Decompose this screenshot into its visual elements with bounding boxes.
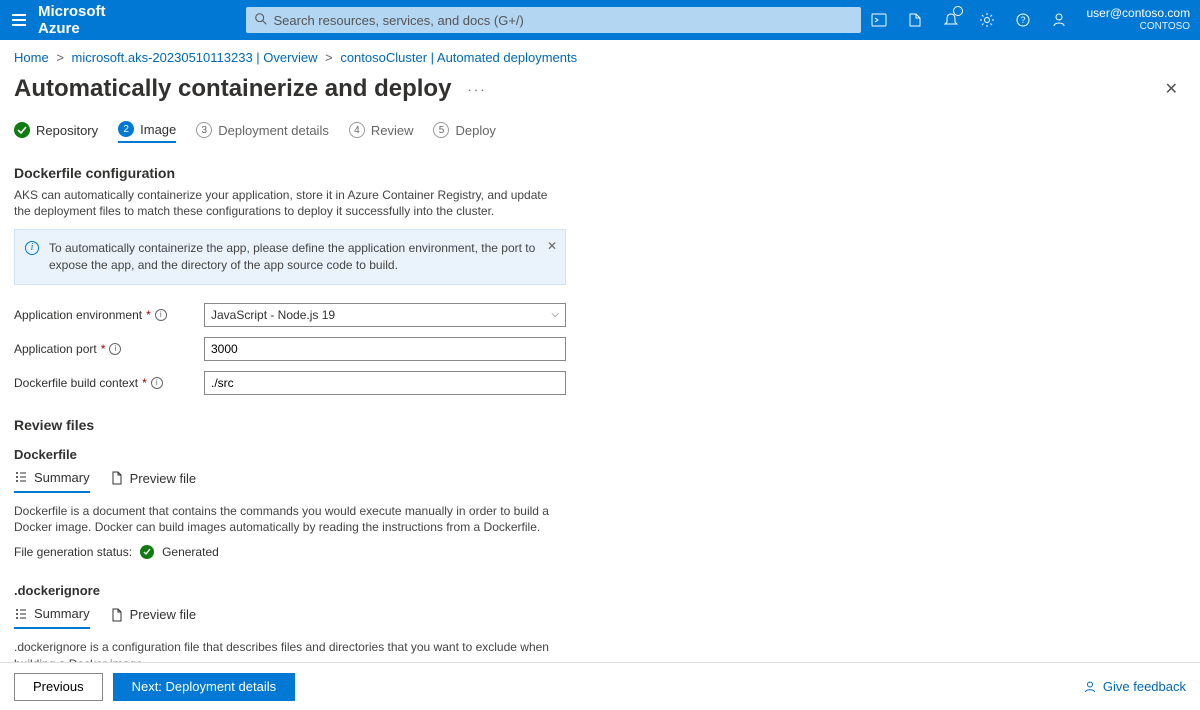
check-icon (14, 122, 30, 138)
step-deploy[interactable]: 5 Deploy (433, 121, 495, 143)
menu-icon[interactable] (12, 10, 26, 30)
list-icon (14, 607, 28, 621)
cloud-shell-icon[interactable] (861, 0, 897, 40)
input-build-context[interactable] (204, 371, 566, 395)
previous-button[interactable]: Previous (14, 673, 103, 701)
help-hint-icon[interactable]: i (151, 377, 163, 389)
step-deployment-details[interactable]: 3 Deployment details (196, 121, 329, 143)
tab-preview-file[interactable]: Preview file (110, 470, 196, 493)
dockerfile-status: File generation status: Generated (14, 545, 566, 559)
next-button[interactable]: Next: Deployment details (113, 673, 296, 701)
wizard-steps: Repository 2 Image 3 Deployment details … (0, 121, 1200, 155)
main-content: Dockerfile configuration AKS can automat… (0, 155, 580, 696)
dockerfile-heading: Dockerfile (14, 447, 566, 462)
crumb-deployment[interactable]: microsoft.aks-20230510113233 | Overview (72, 50, 318, 65)
svg-text:?: ? (1020, 15, 1025, 25)
chevron-down-icon: ⌵ (551, 309, 559, 320)
step-review[interactable]: 4 Review (349, 121, 414, 143)
file-icon (110, 608, 124, 622)
step-repository[interactable]: Repository (14, 121, 98, 143)
close-icon[interactable]: ✕ (1157, 75, 1186, 103)
row-app-env: Application environment * i JavaScript -… (14, 303, 566, 327)
feedback-icon[interactable] (1041, 0, 1077, 40)
crumb-cluster[interactable]: contosoCluster | Automated deployments (340, 50, 577, 65)
label-app-port: Application port * i (14, 342, 204, 356)
review-files: Review files Dockerfile Summary Preview … (14, 417, 566, 696)
label-build-context: Dockerfile build context * i (14, 376, 204, 390)
select-app-env[interactable]: JavaScript - Node.js 19 ⌵ (204, 303, 566, 327)
row-build-context: Dockerfile build context * i (14, 371, 566, 395)
dockerignore-tabs: Summary Preview file (14, 606, 566, 629)
page-header: Automatically containerize and deploy ··… (0, 69, 1200, 121)
step-number: 2 (118, 121, 134, 137)
success-icon (140, 545, 154, 559)
search-icon (254, 12, 268, 26)
page-title: Automatically containerize and deploy (14, 75, 451, 103)
search-input[interactable] (246, 7, 861, 33)
brand-label: Microsoft Azure (38, 3, 106, 37)
top-nav: Microsoft Azure ? user@contoso.com CONTO… (0, 0, 1200, 40)
step-image[interactable]: 2 Image (118, 121, 176, 143)
help-icon[interactable]: ? (1005, 0, 1041, 40)
user-email: user@contoso.com (1087, 6, 1191, 20)
settings-icon[interactable] (969, 0, 1005, 40)
topbar-actions: ? user@contoso.com CONTOSO (861, 0, 1191, 40)
tab-summary[interactable]: Summary (14, 470, 90, 493)
tenant-label: CONTOSO (1087, 20, 1191, 34)
dockerfile-tabs: Summary Preview file (14, 470, 566, 493)
notifications-icon[interactable] (933, 0, 969, 40)
dockerfile-desc: Dockerfile is a document that contains t… (14, 503, 566, 535)
row-app-port: Application port * i (14, 337, 566, 361)
wizard-footer: Previous Next: Deployment details Give f… (0, 662, 1200, 710)
section-desc: AKS can automatically containerize your … (14, 187, 566, 219)
step-number: 5 (433, 122, 449, 138)
review-files-title: Review files (14, 417, 566, 433)
help-hint-icon[interactable]: i (109, 343, 121, 355)
search-wrap (246, 7, 861, 33)
label-app-env: Application environment * i (14, 308, 204, 322)
person-icon (1083, 680, 1097, 694)
crumb-home[interactable]: Home (14, 50, 49, 65)
help-hint-icon[interactable]: i (155, 309, 167, 321)
tab-summary[interactable]: Summary (14, 606, 90, 629)
tab-preview-file[interactable]: Preview file (110, 606, 196, 629)
notification-badge (953, 6, 963, 16)
more-actions-icon[interactable]: ··· (467, 82, 486, 97)
step-number: 4 (349, 122, 365, 138)
user-block[interactable]: user@contoso.com CONTOSO (1087, 6, 1191, 34)
give-feedback-link[interactable]: Give feedback (1083, 679, 1186, 694)
step-number: 3 (196, 122, 212, 138)
list-icon (14, 470, 28, 484)
dismiss-info-icon[interactable]: ✕ (547, 238, 557, 255)
section-title: Dockerfile configuration (14, 165, 566, 181)
dockerignore-heading: .dockerignore (14, 583, 566, 598)
info-message: i To automatically containerize the app,… (14, 229, 566, 285)
file-icon (110, 471, 124, 485)
info-icon: i (25, 241, 39, 255)
breadcrumb: Home > microsoft.aks-20230510113233 | Ov… (0, 40, 1200, 69)
input-app-port[interactable] (204, 337, 566, 361)
directory-icon[interactable] (897, 0, 933, 40)
